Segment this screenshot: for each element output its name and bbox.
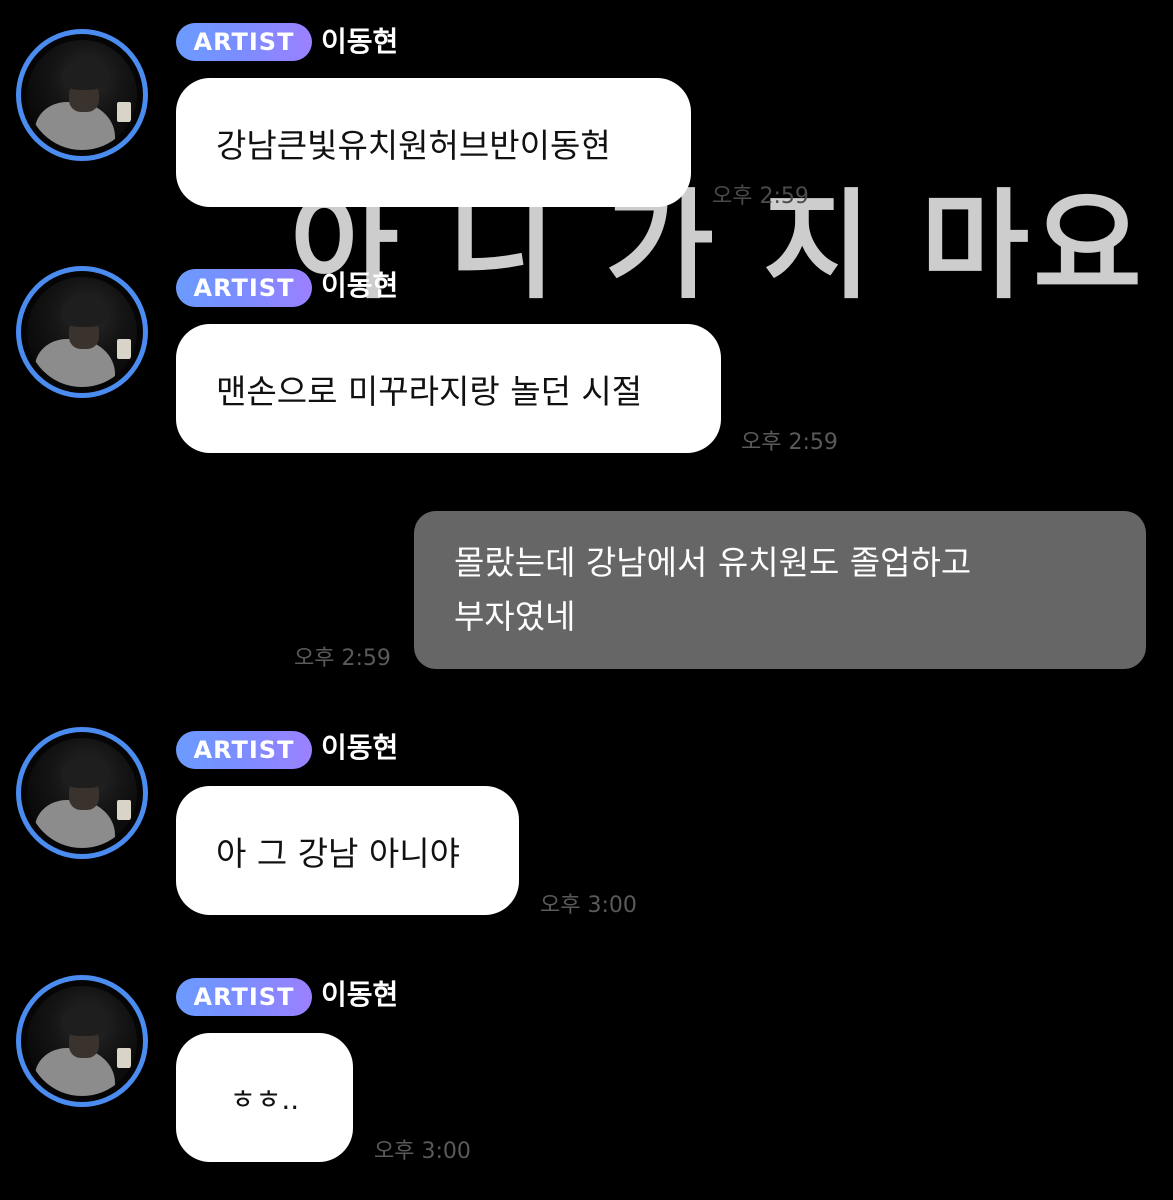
artist-badge: ARTIST <box>176 23 312 61</box>
message-timestamp: 오후 2:59 <box>712 184 809 209</box>
message-text: 맨손으로 미꾸라지랑 놀던 시절 <box>216 371 643 411</box>
sender-name: 이동현 <box>321 978 399 1011</box>
message-text-line: 몰랐는데 강남에서 유치원도 졸업하고 <box>454 543 972 582</box>
sender-name: 이동현 <box>321 25 399 58</box>
message-text-line: 부자였네 <box>454 597 576 636</box>
message-timestamp: 오후 2:59 <box>741 430 838 455</box>
artist-badge: ARTIST <box>176 731 312 769</box>
artist-avatar[interactable] <box>16 727 148 859</box>
sender-name: 이동현 <box>321 731 399 764</box>
message-text: 강남큰빛유치원허브반이동현 <box>216 125 611 165</box>
message-text: ㅎㅎ.. <box>229 1082 300 1116</box>
message-timestamp: 오후 2:59 <box>294 646 391 671</box>
message-timestamp: 오후 3:00 <box>540 893 637 918</box>
artist-avatar[interactable] <box>16 975 148 1107</box>
message-bubble[interactable]: 아 그 강남 아니야 <box>176 786 519 915</box>
artist-badge: ARTIST <box>176 978 312 1016</box>
message-bubble[interactable]: ㅎㅎ.. <box>176 1033 353 1162</box>
message-bubble[interactable]: 맨손으로 미꾸라지랑 놀던 시절 <box>176 324 721 453</box>
message-text: 아 그 강남 아니야 <box>216 833 460 873</box>
message-timestamp: 오후 3:00 <box>374 1139 471 1164</box>
message-bubble[interactable]: 강남큰빛유치원허브반이동현 <box>176 78 691 207</box>
sender-name: 이동현 <box>321 269 399 302</box>
artist-badge: ARTIST <box>176 269 312 307</box>
artist-avatar[interactable] <box>16 29 148 161</box>
own-message-bubble[interactable]: 몰랐는데 강남에서 유치원도 졸업하고 부자였네 <box>414 511 1146 669</box>
artist-avatar[interactable] <box>16 266 148 398</box>
